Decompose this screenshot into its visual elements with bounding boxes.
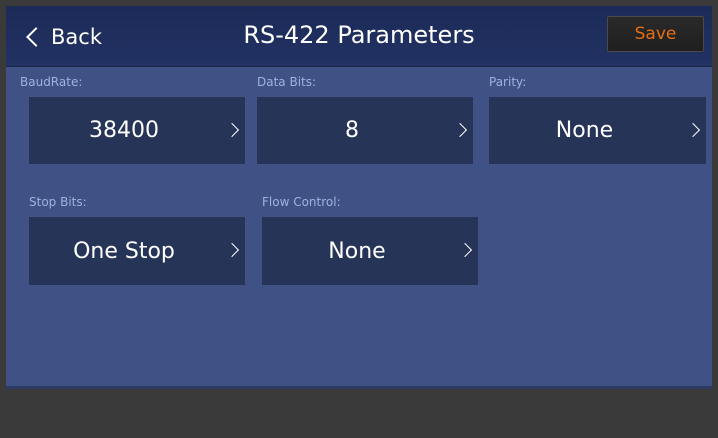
chevron-right-icon <box>452 122 468 137</box>
data-bits-selector[interactable]: 8 <box>257 97 473 164</box>
baud-rate-value: 38400 <box>89 118 159 143</box>
stop-bits-value: One Stop <box>73 238 175 264</box>
flow-control-selector[interactable]: None <box>262 217 478 285</box>
chevron-right-icon <box>457 242 473 258</box>
parity-selector[interactable]: None <box>489 97 706 164</box>
parity-value: None <box>555 118 614 143</box>
device-screen: Back RS-422 Parameters Save BaudRate: 38… <box>6 6 712 389</box>
chevron-right-icon <box>685 122 701 137</box>
flow-control-value: None <box>328 238 386 264</box>
save-button[interactable]: Save <box>607 16 704 52</box>
baud-rate-selector[interactable]: 38400 <box>29 97 245 164</box>
data-bits-label: Data Bits: <box>257 75 317 89</box>
baud-rate-label: BaudRate: <box>20 75 83 89</box>
flow-control-label: Flow Control: <box>262 195 341 209</box>
chevron-right-icon <box>224 242 240 258</box>
header-bar: Back RS-422 Parameters Save <box>6 6 712 67</box>
data-bits-value: 8 <box>345 118 359 143</box>
stop-bits-selector[interactable]: One Stop <box>29 217 245 285</box>
parity-label: Parity: <box>489 75 527 89</box>
stop-bits-label: Stop Bits: <box>29 195 87 209</box>
chevron-right-icon <box>224 122 240 137</box>
